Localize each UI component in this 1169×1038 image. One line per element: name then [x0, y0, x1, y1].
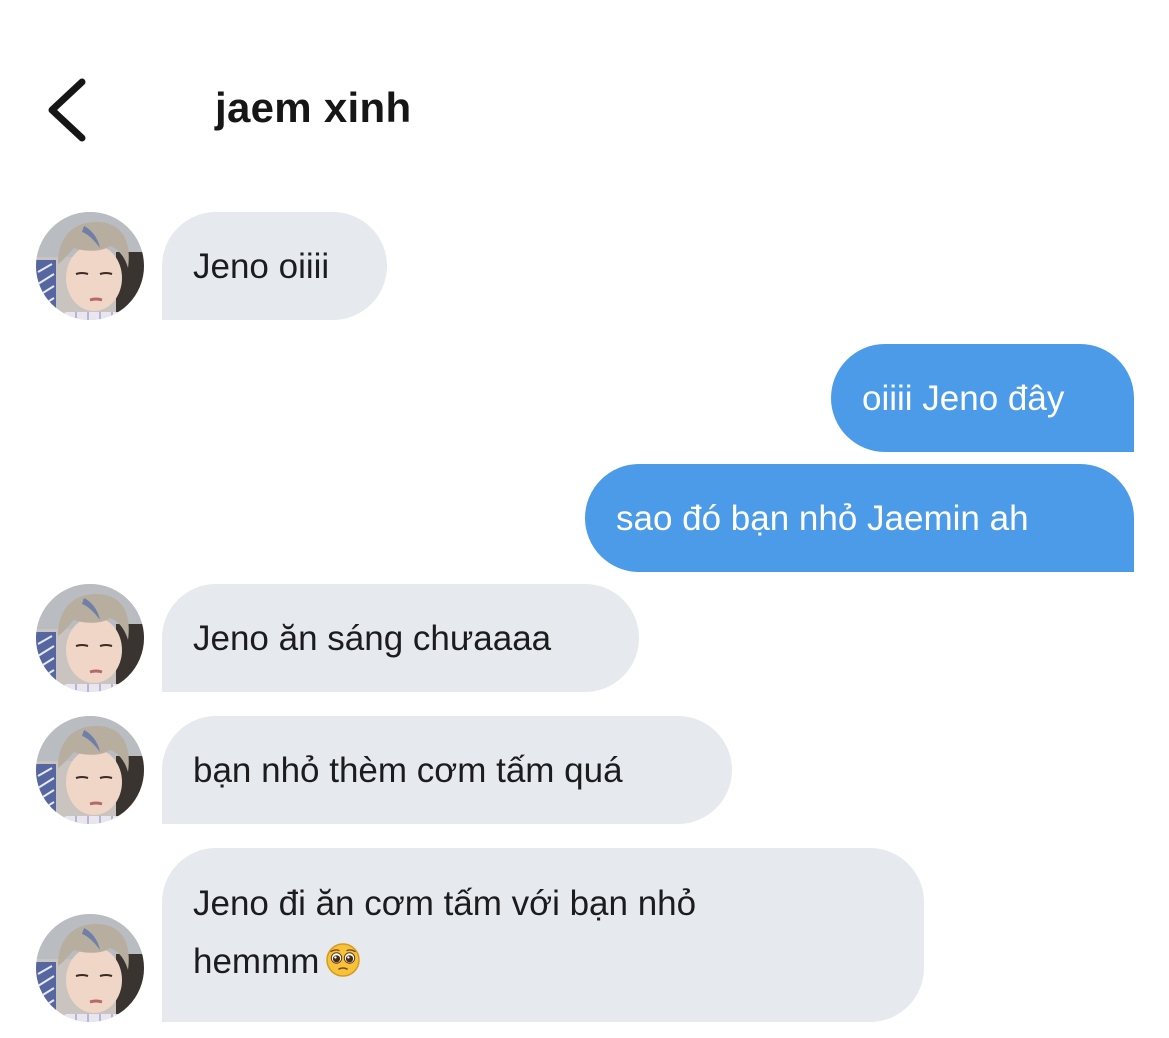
message-text: Jeno ăn sáng chưaaaa	[193, 619, 552, 658]
message-text: sao đó bạn nhỏ Jaemin ah	[616, 499, 1029, 538]
profile-photo	[36, 584, 144, 692]
message-text-line: hemmm	[193, 933, 892, 991]
avatar[interactable]	[36, 212, 144, 320]
message-bubble-incoming[interactable]: Jeno đi ăn cơm tấm với bạn nhỏ hemmm	[162, 848, 924, 1022]
profile-photo	[36, 914, 144, 1022]
avatar[interactable]	[36, 716, 144, 824]
message-list: Jeno oiiii oiiii Jeno đây sao đó bạn nhỏ…	[0, 0, 1169, 1038]
message-bubble-incoming[interactable]: Jeno oiiii	[162, 212, 387, 320]
message-text: Jeno oiiii	[193, 247, 330, 286]
profile-photo	[36, 716, 144, 824]
message-bubble-incoming[interactable]: Jeno ăn sáng chưaaaa	[162, 584, 639, 692]
message-bubble-incoming[interactable]: bạn nhỏ thèm cơm tấm quá	[162, 716, 732, 824]
message-text-line: Jeno đi ăn cơm tấm với bạn nhỏ	[193, 884, 697, 923]
pleading-face-emoji	[325, 942, 361, 978]
message-bubble-outgoing[interactable]: sao đó bạn nhỏ Jaemin ah	[585, 464, 1134, 572]
message-text: oiiii Jeno đây	[862, 379, 1065, 418]
avatar[interactable]	[36, 914, 144, 1022]
message-bubble-outgoing[interactable]: oiiii Jeno đây	[831, 344, 1134, 452]
avatar[interactable]	[36, 584, 144, 692]
profile-photo	[36, 212, 144, 320]
message-text: bạn nhỏ thèm cơm tấm quá	[193, 751, 623, 790]
